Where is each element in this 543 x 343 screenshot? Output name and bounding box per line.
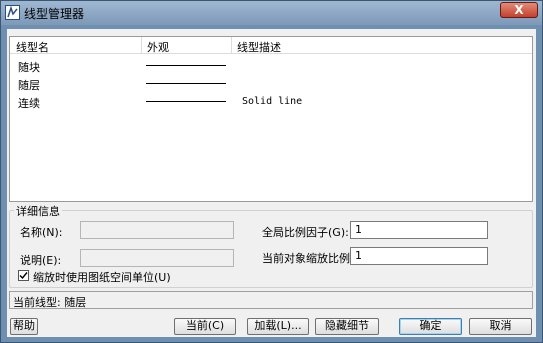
set-current-button[interactable]: 当前(C) <box>174 318 236 335</box>
column-header-appearance[interactable]: 外观 <box>147 39 169 55</box>
column-divider[interactable] <box>141 37 142 54</box>
linetype-manager-window: 线型管理器 X 线型名 外观 线型描述 随块 随层 连续 Solid line … <box>0 0 543 343</box>
name-field[interactable] <box>80 221 234 239</box>
list-header: 线型名 外观 线型描述 <box>10 37 532 54</box>
hide-details-button[interactable]: 隐藏细节 <box>315 318 379 335</box>
load-button[interactable]: 加载(L)... <box>247 318 309 335</box>
details-title: 详细信息 <box>14 203 62 219</box>
global-scale-field[interactable]: 1 <box>350 221 488 239</box>
title-bar[interactable]: 线型管理器 X <box>1 1 542 25</box>
current-scale-field[interactable]: 1 <box>350 247 488 265</box>
list-item[interactable]: 随层 <box>10 75 532 93</box>
linetype-sample <box>146 65 226 66</box>
column-header-description[interactable]: 线型描述 <box>237 39 281 55</box>
linetype-name: 连续 <box>18 97 40 110</box>
checkmark-icon <box>19 272 28 280</box>
linetype-name: 随层 <box>18 79 40 92</box>
name-label: 名称(N): <box>20 226 63 239</box>
global-scale-label: 全局比例因子(G): <box>262 226 349 239</box>
linetype-name: 随块 <box>18 61 40 74</box>
column-header-name[interactable]: 线型名 <box>16 39 49 55</box>
ok-button[interactable]: 确定 <box>399 318 462 335</box>
linetype-list[interactable]: 线型名 外观 线型描述 随块 随层 连续 Solid line <box>9 36 533 202</box>
app-icon <box>5 5 20 20</box>
window-title: 线型管理器 <box>24 7 85 21</box>
paperspace-units-label: 缩放时使用图纸空间单位(U) <box>33 271 171 284</box>
list-item[interactable]: 连续 Solid line <box>10 93 532 111</box>
description-field[interactable] <box>80 249 234 267</box>
linetype-sample <box>146 101 226 102</box>
status-bar: 当前线型: 随层 <box>9 291 533 309</box>
paperspace-units-checkbox[interactable] <box>18 270 29 281</box>
list-item[interactable]: 随块 <box>10 57 532 75</box>
cancel-button[interactable]: 取消 <box>469 318 532 335</box>
linetype-description: Solid line <box>242 96 303 107</box>
current-linetype-status: 当前线型: 随层 <box>13 296 87 309</box>
close-button[interactable]: X <box>500 2 538 18</box>
help-button[interactable]: 帮助 <box>10 318 38 335</box>
linetype-sample <box>146 83 226 84</box>
column-divider[interactable] <box>231 37 232 54</box>
description-label: 说明(E): <box>20 254 62 267</box>
dialog-body: 线型名 外观 线型描述 随块 随层 连续 Solid line 详细信息 名称(… <box>7 29 536 337</box>
